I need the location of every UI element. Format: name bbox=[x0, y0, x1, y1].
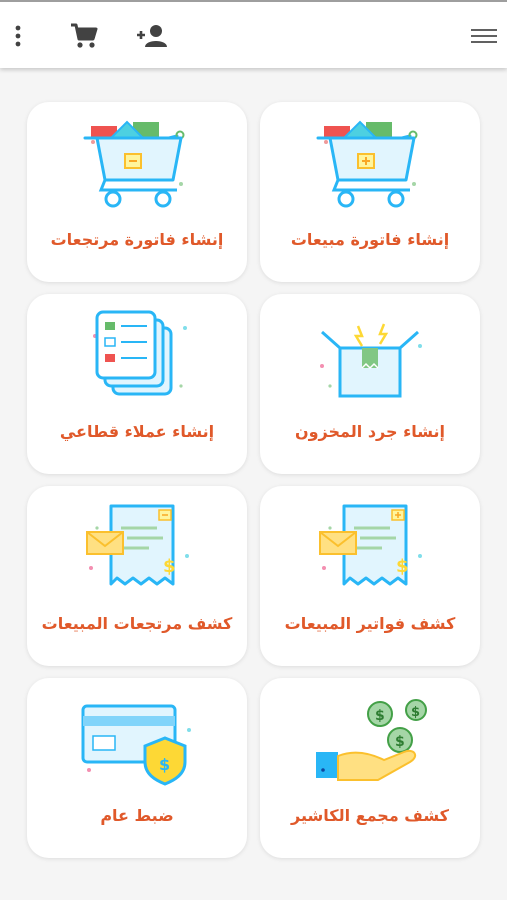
tile-label: كشف مرتجعات المبيعات bbox=[41, 614, 233, 633]
app-bar bbox=[0, 0, 507, 68]
tile-create-inventory-count[interactable]: إنشاء جرد المخزون bbox=[260, 294, 480, 474]
cashier-coins-illustration: $ $ $ bbox=[310, 690, 430, 786]
svg-text:$: $ bbox=[396, 556, 409, 577]
tile-label: كشف فواتير المبيعات bbox=[284, 614, 456, 633]
tile-label: كشف مجمع الكاشير bbox=[291, 806, 449, 825]
general-settings-card-shield-illustration: $ bbox=[77, 690, 197, 786]
tile-create-retail-customers[interactable]: إنشاء عملاء قطاعي bbox=[27, 294, 247, 474]
more-vertical-icon[interactable] bbox=[6, 22, 30, 50]
tile-label: إنشاء فاتورة مبيعات bbox=[290, 230, 450, 249]
tile-label: إنشاء جرد المخزون bbox=[294, 422, 446, 441]
svg-text:$: $ bbox=[159, 755, 170, 774]
add-user-icon[interactable] bbox=[134, 20, 172, 52]
tile-label: إنشاء فاتورة مرتجعات bbox=[50, 230, 224, 249]
cart-minus-illustration bbox=[77, 114, 197, 210]
shopping-cart-icon[interactable] bbox=[66, 20, 102, 52]
svg-text:$: $ bbox=[395, 734, 405, 750]
svg-text:$: $ bbox=[411, 705, 420, 720]
tile-cashier-summary-report[interactable]: $ $ $ كشف مجمع الكاشير bbox=[260, 678, 480, 858]
customer-list-illustration bbox=[77, 306, 197, 402]
tile-sales-invoices-report[interactable]: $ كشف فواتير المبيعات bbox=[260, 486, 480, 666]
tile-label: إنشاء عملاء قطاعي bbox=[59, 422, 215, 441]
tile-create-sales-invoice[interactable]: إنشاء فاتورة مبيعات bbox=[260, 102, 480, 282]
sales-invoice-illustration: $ bbox=[310, 498, 430, 594]
tile-sales-returns-report[interactable]: $ كشف مرتجعات المبيعات bbox=[27, 486, 247, 666]
tile-label: ضبط عام bbox=[100, 806, 174, 825]
cart-plus-illustration bbox=[310, 114, 430, 210]
svg-text:$: $ bbox=[375, 708, 385, 724]
returns-invoice-illustration: $ bbox=[77, 498, 197, 594]
hamburger-menu-icon[interactable] bbox=[466, 22, 502, 50]
tile-create-returns-invoice[interactable]: إنشاء فاتورة مرتجعات bbox=[27, 102, 247, 282]
svg-text:$: $ bbox=[163, 556, 176, 577]
inventory-box-illustration bbox=[310, 306, 430, 402]
tile-general-settings[interactable]: $ ضبط عام bbox=[27, 678, 247, 858]
